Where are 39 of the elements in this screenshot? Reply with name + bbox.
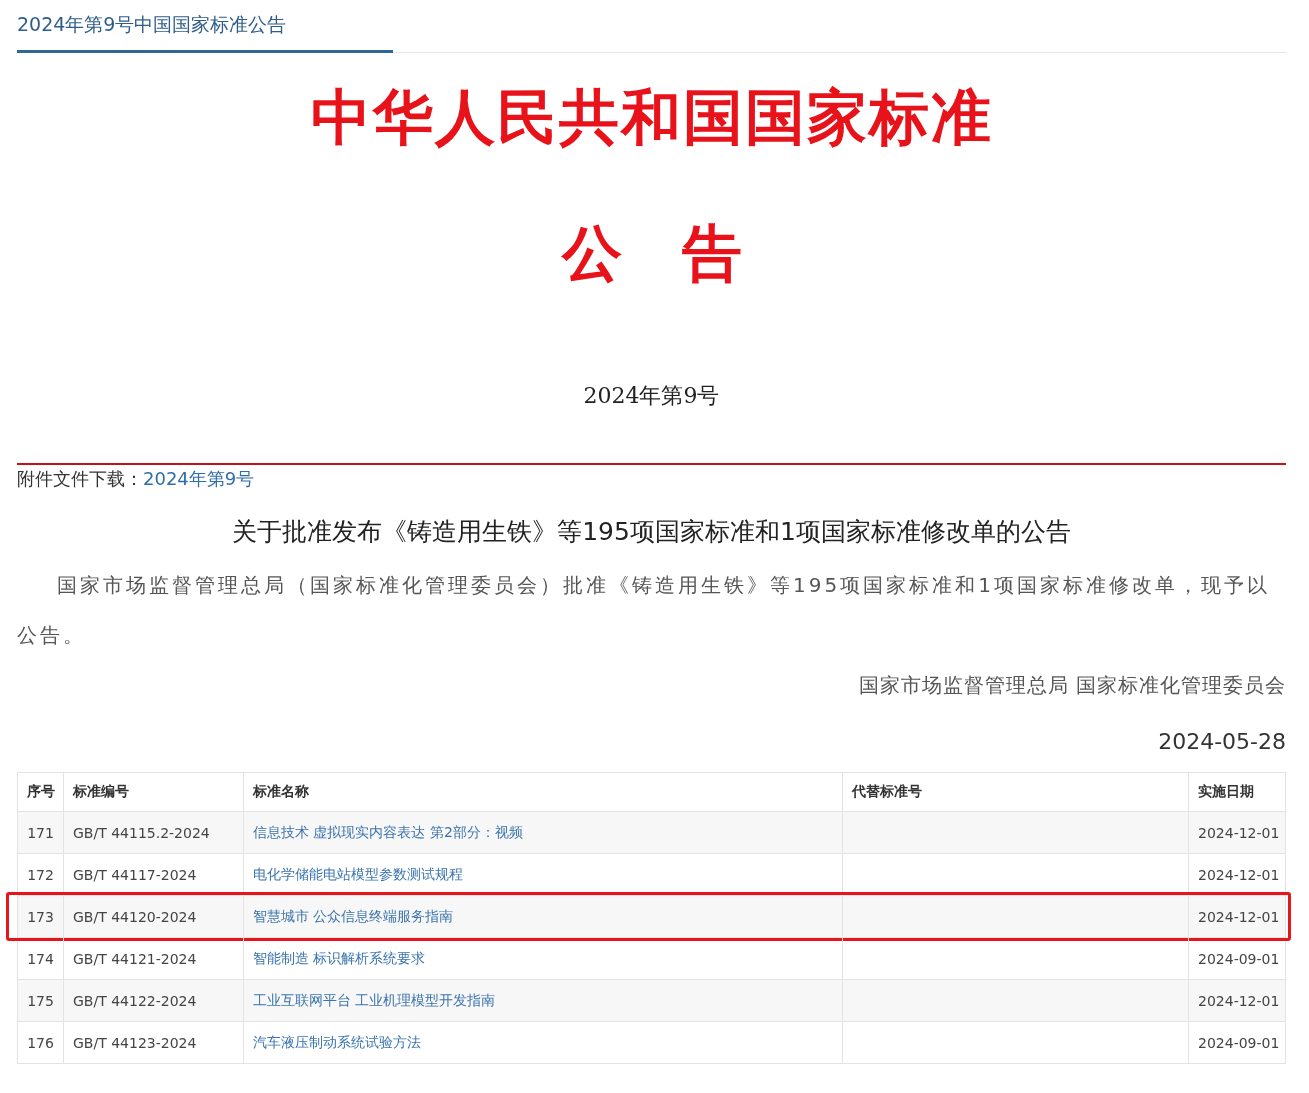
- announcement-date: 2024-05-28: [1157, 729, 1286, 754]
- standard-name-link[interactable]: 智慧城市 公众信息终端服务指南: [253, 907, 454, 926]
- standard-name-link[interactable]: 工业互联网平台 工业机理模型开发指南: [253, 991, 496, 1010]
- table-cell: 2024-09-01: [1188, 938, 1289, 979]
- column-header: 标准编号: [63, 773, 243, 811]
- table-cell: GB/T 44115.2-2024: [63, 812, 243, 853]
- signature: 国家市场监督管理总局 国家标准化管理委员会: [857, 672, 1286, 699]
- table-cell: 2024-09-01: [1188, 1022, 1289, 1063]
- table-cell: GB/T 44117-2024: [63, 854, 243, 895]
- standard-name-link[interactable]: 智能制造 标识解析系统要求: [253, 949, 426, 968]
- table-cell: 2024-12-01: [1188, 980, 1289, 1021]
- column-header: 标准名称: [243, 773, 842, 811]
- table-cell-text: 174: [26, 949, 55, 969]
- column-header: 实施日期: [1188, 773, 1285, 811]
- table-cell-text: 172: [26, 865, 55, 885]
- standard-name-link[interactable]: 电化学储能电站模型参数测试规程: [253, 865, 463, 884]
- standard-name-link[interactable]: 汽车液压制动系统试验方法: [253, 1033, 421, 1052]
- document-number: 2024年第9号: [582, 382, 721, 410]
- announcement-body: 国家市场监督管理总局（国家标准化管理委员会）批准《铸造用生铁》等195项国家标准和1项国家标准修改单，现予以公告。: [17, 572, 1271, 649]
- column-header: 序号: [25, 782, 56, 801]
- table-cell: GB/T 44123-2024: [63, 1022, 243, 1063]
- table-cell-text: 173: [26, 907, 55, 927]
- table-cell: GB/T 44122-2024: [63, 980, 243, 1021]
- table-cell: GB/T 44121-2024: [63, 938, 243, 979]
- table-cell: GB/T 44120-2024: [63, 896, 243, 937]
- page-tab[interactable]: 2024年第9号中国国家标准公告: [17, 12, 393, 53]
- announcement-heading: 关于批准发布《铸造用生铁》等195项国家标准和1项国家标准修改单的公告: [231, 516, 1072, 548]
- document-title: 中华人民共和国国家标准: [309, 81, 994, 153]
- attachment-link[interactable]: 2024年第9号: [143, 467, 255, 491]
- table-cell: 2024-12-01: [1188, 812, 1289, 853]
- table-cell-text: 176: [26, 1033, 55, 1053]
- table-cell-text: 175: [26, 991, 55, 1011]
- table-cell-text: 171: [26, 823, 55, 843]
- document-subtitle: 公 告: [560, 217, 743, 289]
- attachment-label: 附件文件下载：: [17, 467, 143, 491]
- column-header: 代替标准号: [842, 773, 1188, 811]
- table-cell: 2024-12-01: [1188, 896, 1289, 937]
- table-cell: 2024-12-01: [1188, 854, 1289, 895]
- standard-name-link[interactable]: 信息技术 虚拟现实内容表达 第2部分：视频: [253, 823, 523, 842]
